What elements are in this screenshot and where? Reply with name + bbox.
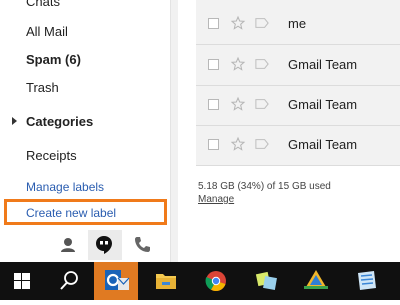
- star-icon[interactable]: [230, 96, 246, 112]
- email-sender: me: [288, 16, 307, 31]
- hangouts-quote-icon[interactable]: [92, 233, 116, 257]
- windows-start-icon[interactable]: [0, 262, 44, 300]
- storage-usage: 5.18 GB (34%) of 15 GB used: [198, 181, 331, 192]
- app-icon-2[interactable]: [344, 262, 388, 300]
- nav-categories[interactable]: Categories: [26, 114, 93, 129]
- star-icon[interactable]: [230, 136, 246, 152]
- email-list: me Gmail Team Gmail Team Gmail Team: [196, 0, 400, 166]
- sidebar: Chats All Mail Spam (6) Trash Categories…: [0, 0, 170, 262]
- email-row[interactable]: Gmail Team: [196, 86, 400, 126]
- sticky-notes-icon[interactable]: [244, 262, 288, 300]
- nav-trash[interactable]: Trash: [26, 80, 59, 95]
- nav-spam[interactable]: Spam (6): [26, 52, 81, 67]
- main-content: me Gmail Team Gmail Team Gmail Team 5.18…: [178, 0, 400, 262]
- email-row[interactable]: me: [196, 5, 400, 45]
- importance-marker-icon[interactable]: [255, 138, 269, 150]
- star-icon[interactable]: [230, 56, 246, 72]
- file-explorer-icon[interactable]: [144, 262, 188, 300]
- expand-arrow-icon[interactable]: [12, 117, 17, 125]
- taskbar: [0, 262, 400, 300]
- email-row[interactable]: Gmail Team: [196, 126, 400, 166]
- importance-marker-icon[interactable]: [255, 58, 269, 70]
- nav-chats[interactable]: Chats: [26, 0, 60, 9]
- row-checkbox[interactable]: [208, 18, 219, 29]
- importance-marker-icon[interactable]: [255, 17, 269, 29]
- outlook-taskbar-button[interactable]: [94, 262, 138, 300]
- search-icon[interactable]: [46, 262, 90, 300]
- importance-marker-icon[interactable]: [255, 98, 269, 110]
- row-checkbox[interactable]: [208, 59, 219, 70]
- email-sender: Gmail Team: [288, 137, 358, 152]
- outlook-icon: [105, 270, 130, 290]
- chrome-icon[interactable]: [194, 262, 238, 300]
- star-icon[interactable]: [230, 15, 246, 31]
- email-sender: Gmail Team: [288, 57, 358, 72]
- app-icon[interactable]: [294, 262, 338, 300]
- email-row[interactable]: Gmail Team: [196, 46, 400, 86]
- nav-all-mail[interactable]: All Mail: [26, 24, 68, 39]
- row-checkbox[interactable]: [208, 99, 219, 110]
- email-sender: Gmail Team: [288, 97, 358, 112]
- row-checkbox[interactable]: [208, 139, 219, 150]
- manage-storage-link[interactable]: Manage: [198, 194, 234, 205]
- manage-labels-link[interactable]: Manage labels: [26, 180, 104, 194]
- nav-receipts[interactable]: Receipts: [26, 148, 77, 163]
- create-new-label-link[interactable]: Create new label: [26, 206, 116, 220]
- person-icon[interactable]: [56, 233, 80, 257]
- hangouts-bar: [50, 233, 160, 259]
- phone-icon[interactable]: [130, 233, 154, 257]
